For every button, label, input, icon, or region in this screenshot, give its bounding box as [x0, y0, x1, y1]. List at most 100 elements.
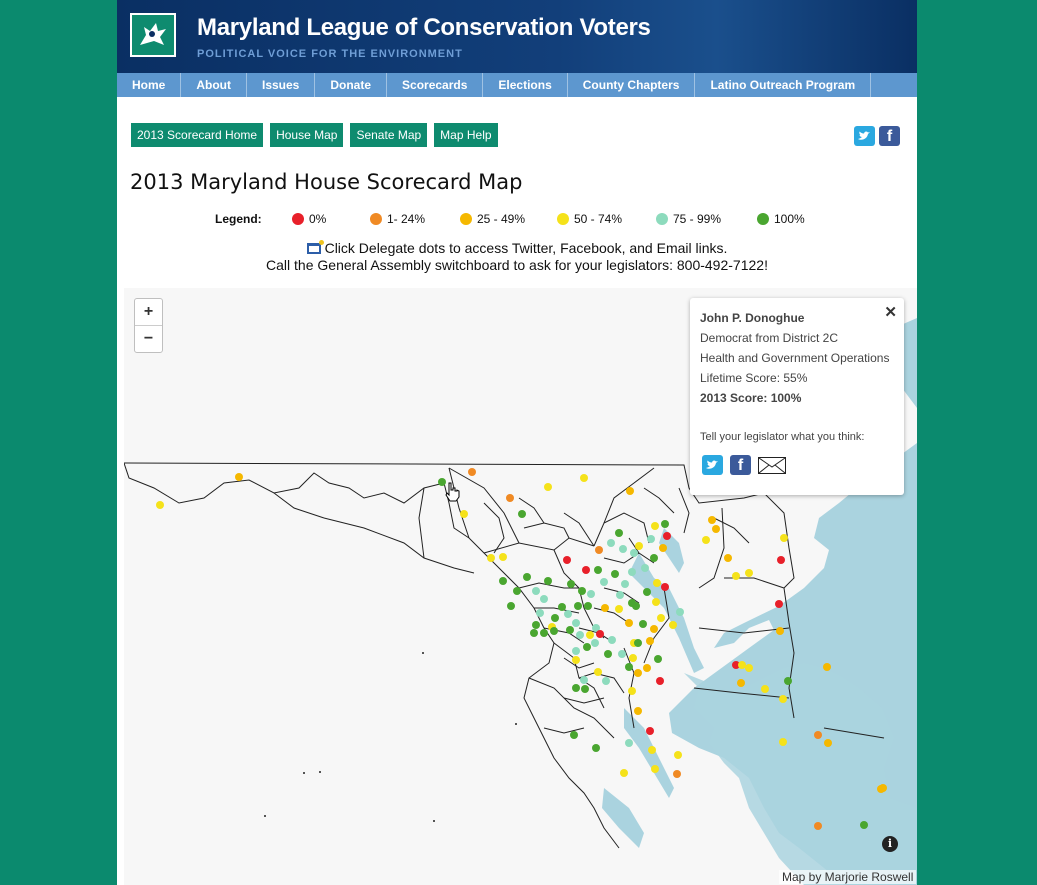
- delegate-dot[interactable]: [630, 549, 638, 557]
- delegate-dot[interactable]: [652, 598, 660, 606]
- delegate-dot[interactable]: [673, 770, 681, 778]
- delegate-dot[interactable]: [650, 554, 658, 562]
- delegate-dot[interactable]: [578, 587, 586, 595]
- delegate-dot[interactable]: [647, 535, 655, 543]
- facebook-icon[interactable]: f: [879, 126, 900, 146]
- email-icon[interactable]: [758, 457, 786, 474]
- delegate-dot[interactable]: [879, 784, 887, 792]
- delegate-dot[interactable]: [581, 685, 589, 693]
- delegate-dot[interactable]: [618, 650, 626, 658]
- house-map-button[interactable]: House Map: [270, 123, 344, 147]
- delegate-dot[interactable]: [669, 621, 677, 629]
- delegate-dot[interactable]: [615, 605, 623, 613]
- delegate-dot[interactable]: [507, 602, 515, 610]
- delegate-dot[interactable]: [626, 487, 634, 495]
- delegate-dot[interactable]: [776, 627, 784, 635]
- delegate-dot[interactable]: [643, 588, 651, 596]
- delegate-dot[interactable]: [641, 564, 649, 572]
- delegate-dot[interactable]: [634, 639, 642, 647]
- delegate-dot[interactable]: [572, 647, 580, 655]
- delegate-dot[interactable]: [634, 707, 642, 715]
- delegate-dot[interactable]: [544, 577, 552, 585]
- delegate-dot[interactable]: [737, 679, 745, 687]
- delegate-dot[interactable]: [779, 738, 787, 746]
- delegate-dot[interactable]: [620, 769, 628, 777]
- delegate-dot[interactable]: [580, 676, 588, 684]
- delegate-dot[interactable]: [572, 656, 580, 664]
- delegate-dot[interactable]: [499, 553, 507, 561]
- delegate-dot[interactable]: [615, 529, 623, 537]
- delegate-dot[interactable]: [625, 663, 633, 671]
- delegate-dot[interactable]: [657, 614, 665, 622]
- delegate-dot[interactable]: [600, 578, 608, 586]
- nav-county-chapters[interactable]: County Chapters: [568, 73, 696, 97]
- nav-elections[interactable]: Elections: [483, 73, 568, 97]
- delegate-dot[interactable]: [676, 608, 684, 616]
- delegate-dot[interactable]: [601, 604, 609, 612]
- delegate-dot[interactable]: [499, 577, 507, 585]
- delegate-dot[interactable]: [583, 643, 591, 651]
- delegate-dot[interactable]: [648, 746, 656, 754]
- delegate-dot[interactable]: [775, 600, 783, 608]
- nav-home[interactable]: Home: [117, 73, 182, 97]
- delegate-dot[interactable]: [708, 516, 716, 524]
- delegate-dot[interactable]: [628, 568, 636, 576]
- map-help-button[interactable]: Map Help: [434, 123, 498, 147]
- delegate-dot[interactable]: [156, 501, 164, 509]
- delegate-dot[interactable]: [745, 664, 753, 672]
- delegate-dot[interactable]: [487, 554, 495, 562]
- zoom-in-button[interactable]: +: [135, 299, 162, 326]
- delegate-dot[interactable]: [570, 731, 578, 739]
- delegate-dot[interactable]: [654, 655, 662, 663]
- delegate-dot[interactable]: [625, 739, 633, 747]
- delegate-dot[interactable]: [604, 650, 612, 658]
- delegate-dot[interactable]: [619, 545, 627, 553]
- delegate-dot[interactable]: [646, 727, 654, 735]
- delegate-dot[interactable]: [566, 626, 574, 634]
- delegate-dot[interactable]: [738, 661, 746, 669]
- scorecard-home-button[interactable]: 2013 Scorecard Home: [131, 123, 264, 147]
- delegate-dot[interactable]: [567, 580, 575, 588]
- delegate-dot[interactable]: [468, 468, 476, 476]
- delegate-dot[interactable]: [860, 821, 868, 829]
- delegate-dot[interactable]: [824, 739, 832, 747]
- delegate-dot[interactable]: [591, 639, 599, 647]
- delegate-dot[interactable]: [518, 510, 526, 518]
- delegate-dot[interactable]: [702, 536, 710, 544]
- delegate-dot[interactable]: [564, 610, 572, 618]
- delegate-dot[interactable]: [732, 572, 740, 580]
- delegate-dot[interactable]: [536, 609, 544, 617]
- close-icon[interactable]: ✕: [884, 303, 897, 321]
- nav-scorecards[interactable]: Scorecards: [387, 73, 484, 97]
- twitter-icon[interactable]: [702, 455, 723, 475]
- nav-about[interactable]: About: [181, 73, 247, 97]
- delegate-dot[interactable]: [608, 636, 616, 644]
- nav-latino-outreach[interactable]: Latino Outreach Program: [695, 73, 872, 97]
- delegate-dot[interactable]: [594, 566, 602, 574]
- delegate-dot[interactable]: [572, 684, 580, 692]
- delegate-dot[interactable]: [674, 751, 682, 759]
- delegate-dot[interactable]: [651, 765, 659, 773]
- nav-donate[interactable]: Donate: [315, 73, 388, 97]
- delegate-dot[interactable]: [639, 620, 647, 628]
- site-title[interactable]: Maryland League of Conservation Voters: [197, 14, 651, 42]
- delegate-dot[interactable]: [592, 744, 600, 752]
- delegate-dot[interactable]: [513, 587, 521, 595]
- delegate-dot[interactable]: [596, 630, 604, 638]
- delegate-dot[interactable]: [823, 663, 831, 671]
- delegate-dot[interactable]: [659, 544, 667, 552]
- heron-logo-icon[interactable]: [130, 13, 176, 57]
- delegate-dot[interactable]: [628, 687, 636, 695]
- delegate-dot[interactable]: [780, 534, 788, 542]
- delegate-dot[interactable]: [607, 539, 615, 547]
- delegate-dot[interactable]: [551, 614, 559, 622]
- delegate-dot[interactable]: [634, 669, 642, 677]
- delegate-dot[interactable]: [646, 637, 654, 645]
- delegate-dot[interactable]: [745, 569, 753, 577]
- delegate-dot[interactable]: [563, 556, 571, 564]
- delegate-dot[interactable]: [761, 685, 769, 693]
- delegate-dot[interactable]: [582, 566, 590, 574]
- delegate-dot[interactable]: [544, 483, 552, 491]
- delegate-dot[interactable]: [550, 627, 558, 635]
- delegate-dot[interactable]: [784, 677, 792, 685]
